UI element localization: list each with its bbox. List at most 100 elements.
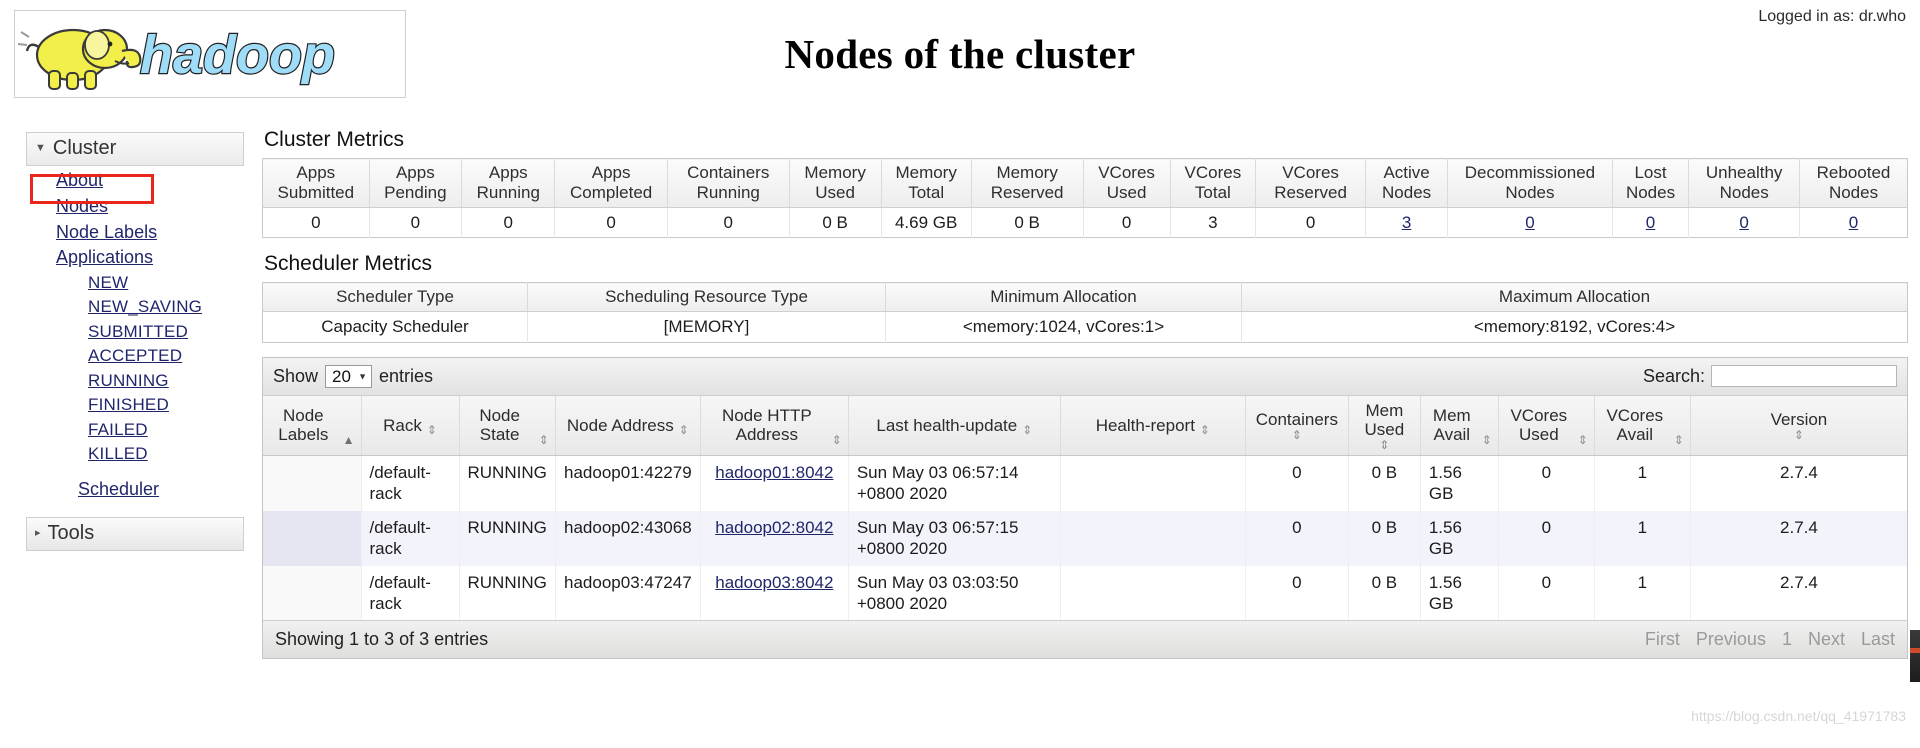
sort-both-icon: ⇕ [1022,422,1033,437]
th-health-report-label: Health-report [1095,415,1195,435]
th-mem-used[interactable]: Mem Used ⇕ [1348,395,1421,456]
th-node-state[interactable]: Node State ⇕ [459,395,556,456]
cluster-metrics-value-row: 0 0 0 0 0 0 B 4.69 GB 0 B 0 3 0 3 0 0 0 … [262,207,1908,238]
th-health-report[interactable]: Health-report ⇕ [1060,395,1246,456]
sidebar-item-node-labels[interactable]: Node Labels [26,220,244,246]
val-scheduler-type: Capacity Scheduler [262,311,528,343]
th-vcores-avail-label: VCores Avail [1606,405,1664,445]
col-apps-completed: Apps Completed [554,158,668,209]
th-last-health-update[interactable]: Last health-update ⇕ [848,395,1061,456]
pagination-last[interactable]: Last [1861,629,1895,650]
sidebar-item-scheduler[interactable]: Scheduler [26,477,244,503]
th-mem-avail[interactable]: Mem Avail ⇕ [1420,395,1499,456]
sort-both-icon: ⇕ [831,432,842,447]
page-length-select[interactable]: 20 [325,364,373,388]
sidebar-item-about[interactable]: About [26,168,244,194]
val-unhealthy-nodes[interactable]: 0 [1739,213,1748,232]
cell-last-health-update: Sun May 03 03:03:50 +0800 2020 [848,565,1061,621]
th-version[interactable]: Version ⇕ [1690,395,1907,456]
cluster-metrics-title: Cluster Metrics [264,128,405,151]
sort-both-icon: ⇕ [1673,432,1684,447]
th-vcores-used[interactable]: VCores Used ⇕ [1498,395,1595,456]
cell-health-report [1060,565,1246,621]
datatable-footer: Showing 1 to 3 of 3 entries First Previo… [263,620,1907,659]
val-apps-submitted: 0 [262,207,370,238]
sidebar-item-app-new-saving[interactable]: NEW_SAVING [26,295,244,319]
sidebar-item-applications[interactable]: Applications [26,245,244,271]
cell-containers: 0 [1245,455,1349,511]
val-decommissioned-nodes[interactable]: 0 [1525,213,1534,232]
th-node-address[interactable]: Node Address ⇕ [555,395,701,456]
th-containers[interactable]: Containers ⇕ [1245,395,1349,456]
th-vcores-used-label: VCores Used [1510,405,1568,445]
th-rack-label: Rack [383,415,422,435]
pagination-first[interactable]: First [1645,629,1680,650]
sidebar-item-app-finished[interactable]: FINISHED [26,393,244,417]
table-row[interactable]: /default-rack RUNNING hadoop01:42279 had… [263,455,1907,511]
col-apps-running: Apps Running [461,158,556,209]
cell-node-labels [263,455,362,511]
cell-node-labels [263,510,362,566]
val-apps-running: 0 [461,207,556,238]
sort-both-icon: ⇕ [1577,432,1588,447]
cell-vcores-avail: 1 [1594,565,1691,621]
sidebar-item-app-accepted[interactable]: ACCEPTED [26,344,244,368]
search-control: Search: [1642,365,1897,388]
sidebar-section-cluster-label: Cluster [52,137,117,159]
cell-rack: /default-rack [361,455,460,511]
val-active-nodes[interactable]: 3 [1402,213,1411,232]
cell-node-http-address-link[interactable]: hadoop02:8042 [715,518,833,537]
cell-node-labels [263,565,362,621]
pagination: First Previous 1 Next Last [1645,629,1895,650]
sidebar-item-app-submitted[interactable]: SUBMITTED [26,320,244,344]
sidebar-section-tools[interactable]: ▸ Tools [26,517,244,552]
col-memory-used: Memory Used [789,158,882,209]
sidebar-item-nodes[interactable]: Nodes [26,194,244,220]
val-lost-nodes[interactable]: 0 [1646,213,1655,232]
cell-version: 2.7.4 [1780,572,1818,592]
pagination-page-1[interactable]: 1 [1782,629,1792,650]
sidebar-item-app-running[interactable]: RUNNING [26,369,244,393]
datatable-info: Showing 1 to 3 of 3 entries [275,629,489,650]
th-rack[interactable]: Rack ⇕ [361,395,460,456]
val-vcores-total: 3 [1170,207,1257,238]
sort-both-icon: ⇕ [1379,437,1390,452]
th-node-http-address[interactable]: Node HTTP Address ⇕ [700,395,849,456]
val-minimum-allocation: <memory:1024, vCores:1> [885,311,1242,343]
cell-node-http-address-link[interactable]: hadoop03:8042 [715,573,833,592]
search-label: Search: [1642,365,1705,386]
col-rebooted-nodes: Rebooted Nodes [1799,158,1908,209]
val-memory-total: 4.69 GB [881,207,972,238]
cell-containers: 0 [1245,510,1349,566]
table-row[interactable]: /default-rack RUNNING hadoop02:43068 had… [263,510,1907,566]
col-apps-submitted: Apps Submitted [262,158,370,209]
main-content: Cluster Metrics Apps Submitted Apps Pend… [262,128,1908,660]
th-node-labels[interactable]: Node Labels ▲ [263,395,362,456]
th-vcores-avail[interactable]: VCores Avail ⇕ [1594,395,1691,456]
val-scheduling-resource-type: [MEMORY] [527,311,886,343]
entries-label: entries [379,365,434,386]
scrollbar-edge-marker[interactable] [1910,630,1920,682]
pagination-next[interactable]: Next [1808,629,1845,650]
th-mem-used-label: Mem Used [1364,400,1405,440]
table-row[interactable]: /default-rack RUNNING hadoop03:47247 had… [263,565,1907,621]
chevron-down-icon: ▼ [35,142,46,154]
col-decommissioned-nodes: Decommissioned Nodes [1447,158,1613,209]
scheduler-metrics-header-row: Scheduler Type Scheduling Resource Type … [262,282,1908,313]
val-rebooted-nodes[interactable]: 0 [1849,213,1858,232]
pagination-previous[interactable]: Previous [1696,629,1766,650]
sidebar-item-app-killed[interactable]: KILLED [26,442,244,466]
cell-rack: /default-rack [361,565,460,621]
cell-mem-used: 0 B [1348,510,1421,566]
sidebar-item-app-failed[interactable]: FAILED [26,418,244,442]
col-scheduling-resource-type: Scheduling Resource Type [527,282,886,313]
sort-both-icon: ⇕ [426,422,437,437]
th-node-http-address-label: Node HTTP Address [721,405,812,445]
scheduler-metrics-value-row: Capacity Scheduler [MEMORY] <memory:1024… [262,311,1908,343]
search-input[interactable] [1711,365,1897,388]
sidebar-section-cluster[interactable]: ▼ Cluster [26,132,244,166]
cell-node-address: hadoop03:47247 [555,565,701,621]
sidebar-item-app-new[interactable]: NEW [26,271,244,295]
cell-node-http-address-link[interactable]: hadoop01:8042 [715,463,833,482]
